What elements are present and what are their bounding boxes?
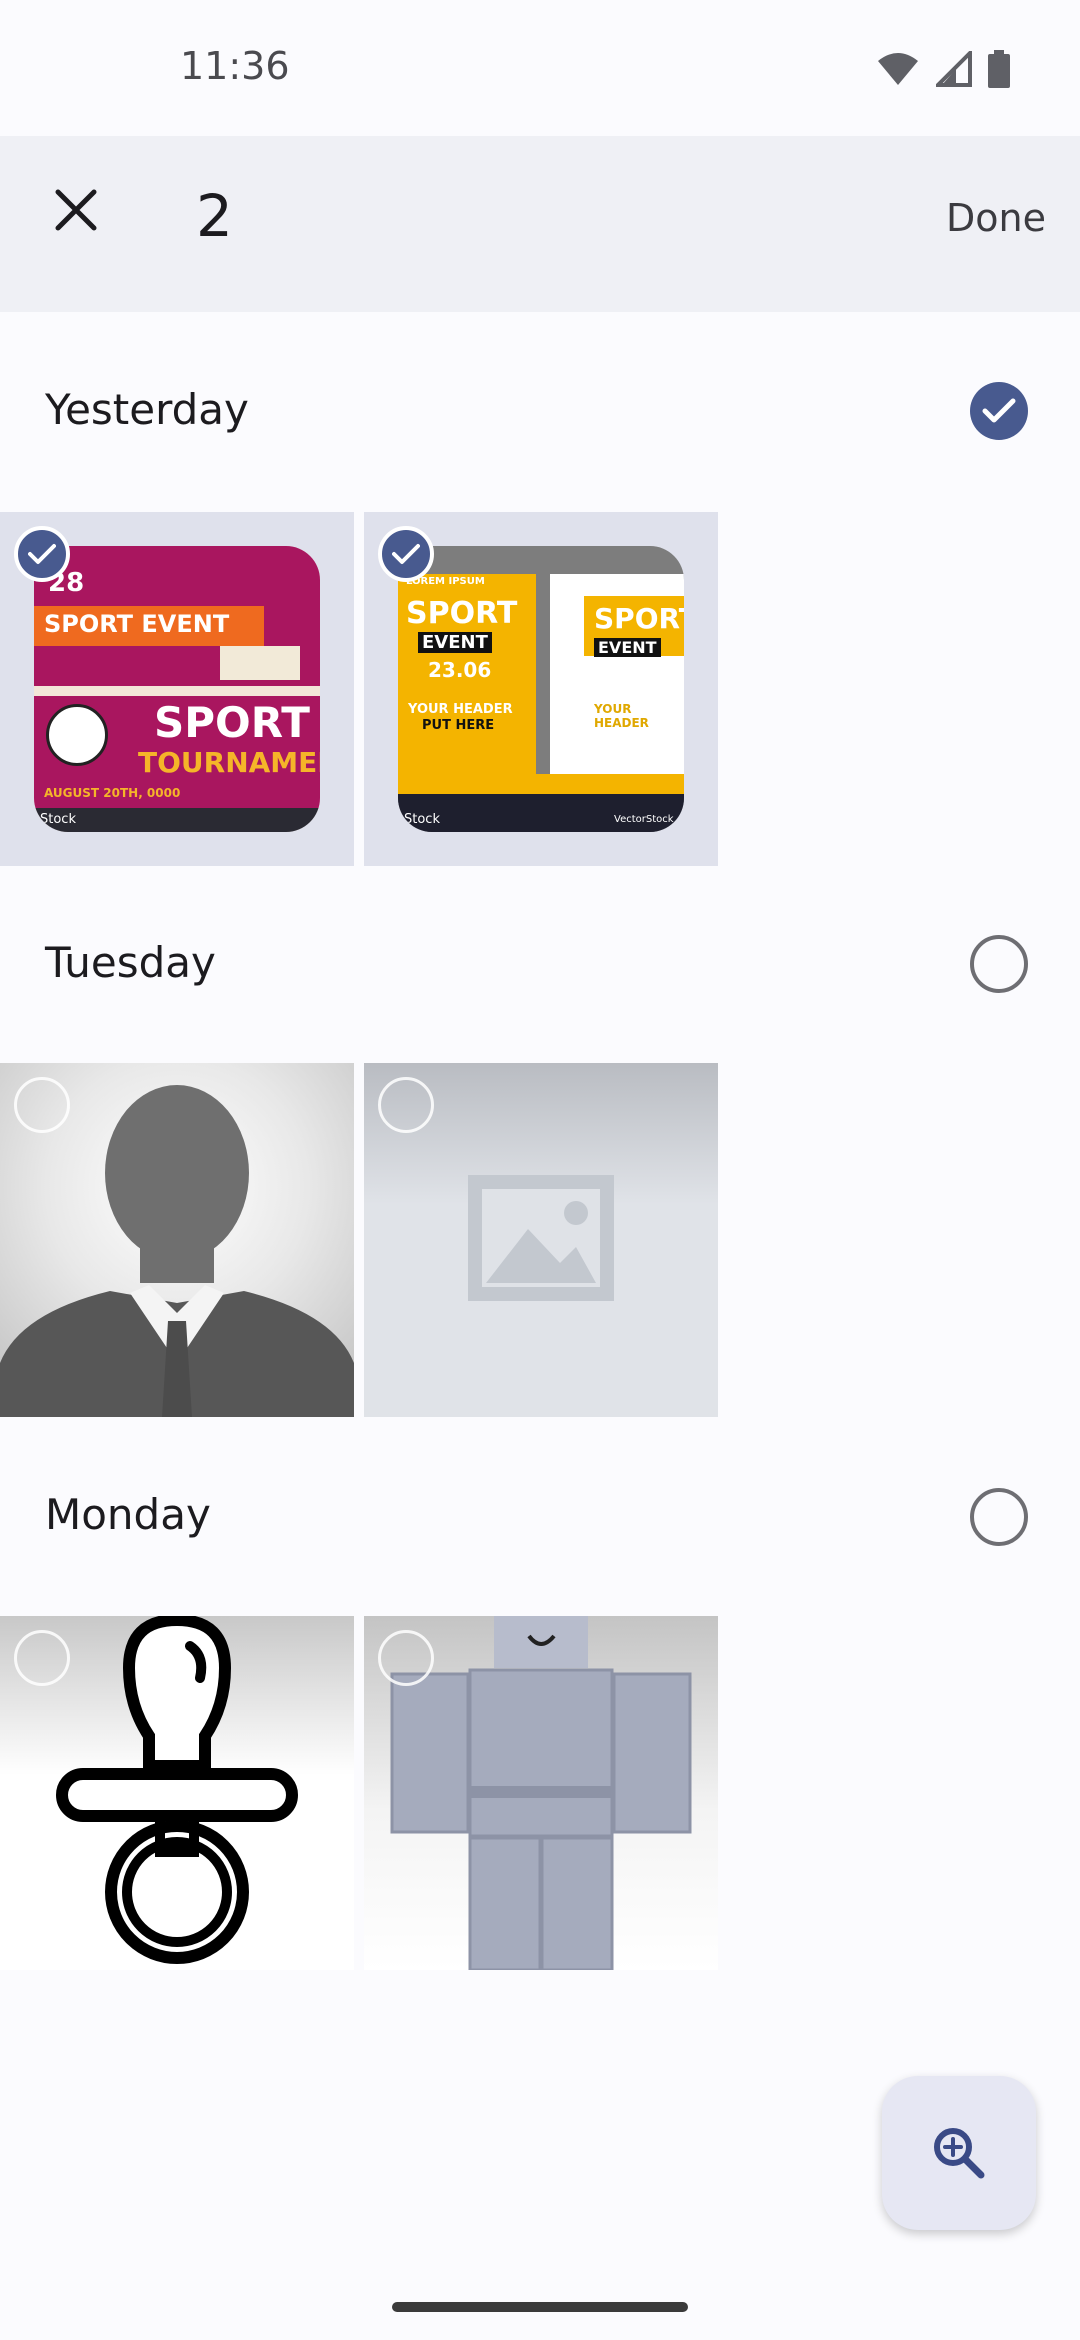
check-icon xyxy=(982,398,1016,423)
close-icon xyxy=(55,189,97,231)
done-button[interactable]: Done xyxy=(946,196,1046,240)
select-all-yesterday[interactable] xyxy=(970,382,1028,440)
gesture-navigation-bar[interactable] xyxy=(392,2302,688,2312)
flyer-header: YOUR HEADER xyxy=(408,702,513,717)
status-bar: 11:36 xyxy=(0,0,1080,136)
select-checkbox[interactable] xyxy=(14,1630,70,1686)
poster-heading: SPORT EVENT xyxy=(44,610,230,638)
flyer-subtitle: EVENT xyxy=(418,632,492,653)
select-checkbox[interactable] xyxy=(378,1630,434,1686)
zoom-button[interactable] xyxy=(882,2076,1036,2230)
poster-subtitle: TOURNAMENT xyxy=(138,746,320,779)
flyer-title-2: SPORT xyxy=(594,602,684,635)
photo-thumbnail[interactable] xyxy=(0,1063,354,1417)
sport-event-flyers: LOREM IPSUM SPORT EVENT 23.06 YOUR HEADE… xyxy=(398,546,684,832)
check-icon xyxy=(28,544,56,564)
flyer-sub: PUT HERE xyxy=(422,718,495,733)
flyer-title: SPORT xyxy=(406,596,518,631)
poster-title: SPORT xyxy=(154,698,310,747)
select-checkbox[interactable] xyxy=(378,1077,434,1133)
section-title-monday: Monday xyxy=(45,1490,211,1539)
photo-thumbnail[interactable]: SPORT EVENT 28 SPORT TOURNAMENT AUGUST 2… xyxy=(0,512,354,866)
selected-checkmark[interactable] xyxy=(378,526,434,582)
battery-icon xyxy=(988,50,1010,88)
close-button[interactable] xyxy=(46,180,106,240)
status-time: 11:36 xyxy=(180,44,290,88)
selection-toolbar xyxy=(0,136,1080,312)
flyer-brand: Stock xyxy=(404,812,440,827)
flyer-date: 23.06 xyxy=(428,658,492,682)
section-title-tuesday: Tuesday xyxy=(45,938,216,987)
poster-brand: Stock xyxy=(40,812,76,827)
select-all-monday[interactable] xyxy=(970,1488,1028,1546)
select-checkbox[interactable] xyxy=(14,1077,70,1133)
zoom-in-icon xyxy=(934,2128,985,2179)
section-title-yesterday: Yesterday xyxy=(45,385,249,434)
selection-count: 2 xyxy=(196,182,233,250)
flyer-subtitle-2: EVENT xyxy=(594,638,661,657)
photo-thumbnail[interactable]: LOREM IPSUM SPORT EVENT 23.06 YOUR HEADE… xyxy=(364,512,718,866)
selected-checkmark[interactable] xyxy=(14,526,70,582)
poster-footer: AUGUST 20TH, 0000 xyxy=(44,786,181,800)
photo-thumbnail[interactable] xyxy=(364,1063,718,1417)
flyer-header-2: YOUR HEADER xyxy=(594,702,649,730)
photo-thumbnail[interactable] xyxy=(0,1616,354,1970)
check-icon xyxy=(392,544,420,564)
select-all-tuesday[interactable] xyxy=(970,935,1028,993)
flyer-credit: VectorStock xyxy=(614,814,674,825)
photo-thumbnail[interactable] xyxy=(364,1616,718,1970)
status-icons xyxy=(876,50,1010,88)
sport-event-poster: SPORT EVENT 28 SPORT TOURNAMENT AUGUST 2… xyxy=(34,546,320,832)
signal-icon xyxy=(936,51,972,87)
wifi-icon xyxy=(878,53,918,85)
